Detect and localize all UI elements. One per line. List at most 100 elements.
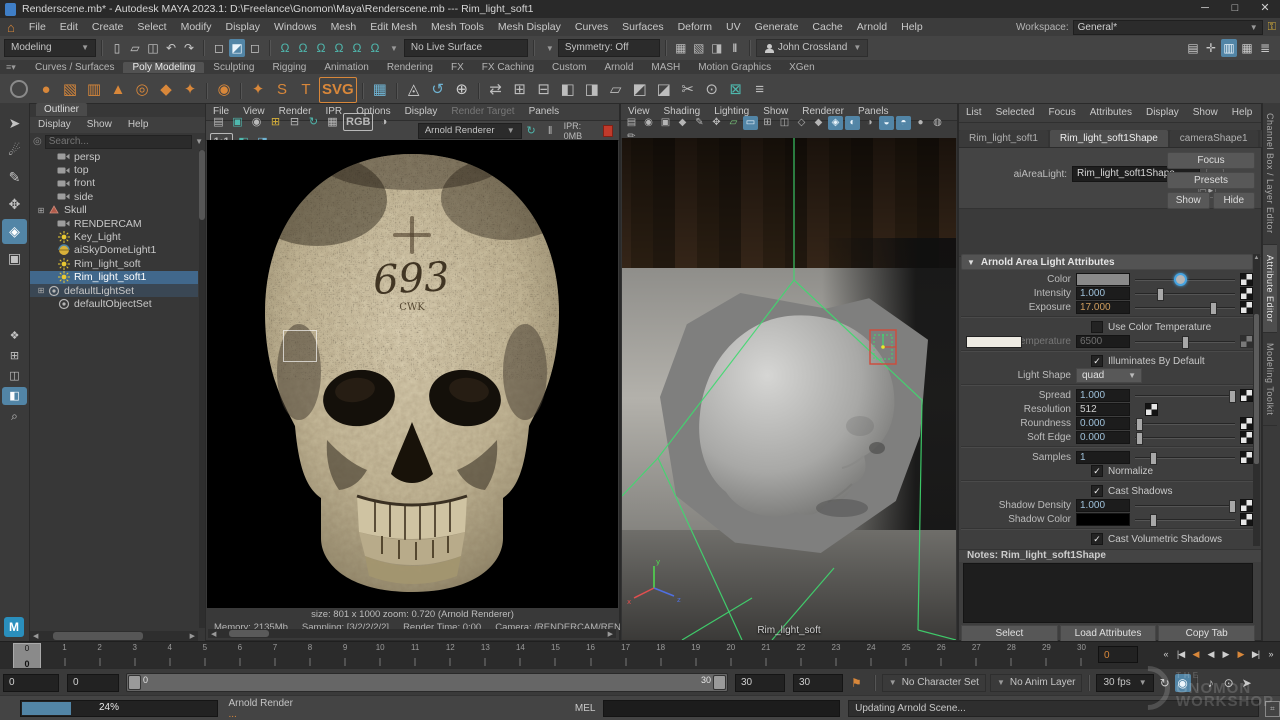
ae-tab-rim-light-soft1shape[interactable]: Rim_light_soft1Shape	[1050, 130, 1168, 147]
slider-color[interactable]	[1135, 273, 1235, 285]
outliner-item-front[interactable]: front	[30, 177, 198, 190]
smooth-icon[interactable]: ≡	[749, 78, 771, 102]
render-settings-icon[interactable]: ▦	[324, 114, 341, 130]
animation-end-field[interactable]: 30	[793, 674, 843, 692]
layout-outliner-persp[interactable]: ◧	[2, 387, 27, 405]
camera-attributes-icon[interactable]: ▣	[658, 116, 673, 130]
outliner-item-skull[interactable]: ⊞Skull	[30, 204, 198, 217]
ipr-pause-icon[interactable]: ‖	[542, 123, 559, 139]
poly-disc-icon[interactable]: ✦	[179, 78, 201, 102]
sidebar-tab-modeling-toolkit[interactable]: Modeling Toolkit	[1263, 333, 1277, 426]
menu-item-panels[interactable]: Panels	[522, 104, 567, 120]
ipr-refresh-icon[interactable]: ↻	[305, 114, 322, 130]
workspace-lock-icon[interactable]: ⚿	[1268, 21, 1276, 34]
display-alpha-icon[interactable]: ◑	[375, 114, 392, 130]
bridge-icon[interactable]: ◪	[653, 78, 675, 102]
sidebar-tab-channel-box-layer-editor[interactable]: Channel Box / Layer Editor	[1263, 103, 1277, 245]
select-component-icon[interactable]: ◻	[247, 39, 263, 57]
menu-item-display[interactable]: Display	[1139, 104, 1186, 122]
menu-item-selected[interactable]: Selected	[989, 104, 1042, 122]
shelf-tab-xgen[interactable]: XGen	[780, 62, 824, 73]
step-back-frame-button[interactable]: |◀	[1173, 645, 1188, 663]
ao-icon[interactable]: ◒	[879, 116, 894, 130]
outliner-item-rim-light-soft[interactable]: Rim_light_soft	[30, 257, 198, 270]
menu-item-curves[interactable]: Curves	[568, 21, 615, 33]
snap-projected-center-icon[interactable]: Ω	[331, 39, 347, 57]
single-pane-icon[interactable]: ▭	[743, 116, 758, 130]
make-live-icon[interactable]: Ω	[367, 39, 383, 57]
reset-transform-icon[interactable]: ↺	[427, 78, 449, 102]
menu-item-help[interactable]: Help	[894, 21, 930, 33]
menu-item-arnold[interactable]: Arnold	[850, 21, 894, 33]
step-forward-frame-button[interactable]: ▶|	[1248, 645, 1263, 663]
anim-layer-dropdown[interactable]: ▼No Anim Layer	[990, 674, 1083, 692]
outliner-item-side[interactable]: side	[30, 190, 198, 203]
menu-item-focus[interactable]: Focus	[1041, 104, 1082, 122]
shelf-item-icon[interactable]	[10, 80, 28, 98]
section-arnold-area-light-attributes[interactable]: ▼Arnold Area Light Attributes	[961, 254, 1253, 270]
multicut-icon[interactable]: ✂	[677, 78, 699, 102]
color-swatch-shadow-color[interactable]	[1076, 513, 1130, 526]
image-plane-icon[interactable]: ✎	[692, 116, 707, 130]
animation-start-field[interactable]: 0	[3, 674, 59, 692]
menu-item-surfaces[interactable]: Surfaces	[615, 21, 670, 33]
menu-item-show[interactable]: Show	[79, 117, 120, 133]
snap-point-icon[interactable]: Ω	[313, 39, 329, 57]
map-button-exposure[interactable]	[1240, 301, 1253, 314]
time-slider[interactable]: 0 0 123456789101112131415161718192021222…	[0, 641, 1280, 669]
outliner-item-defaultobjectset[interactable]: defaultObjectSet	[30, 297, 198, 310]
home-icon[interactable]: ⌂	[0, 20, 22, 35]
mirror-icon[interactable]: ⇄	[485, 78, 507, 102]
ipr-update-icon[interactable]: ↻	[523, 123, 540, 139]
shelf-tab-fx[interactable]: FX	[442, 62, 473, 73]
modeling-toolkit-toggle-icon[interactable]: ▤	[1185, 39, 1201, 57]
ipr-render-icon[interactable]: ▧	[691, 39, 707, 57]
render-region-icon[interactable]: ▤	[210, 114, 227, 130]
range-slider-track[interactable]: 0 30	[126, 673, 728, 692]
select-tool[interactable]: ➤	[2, 111, 27, 136]
shelf-tab-animation[interactable]: Animation	[315, 62, 377, 73]
scale-tool[interactable]: ▣	[2, 246, 27, 271]
xray-icon[interactable]: ◍	[930, 116, 945, 130]
slider-spread[interactable]	[1135, 389, 1235, 401]
render-region-marquee[interactable]	[283, 330, 317, 362]
menu-item-help[interactable]: Help	[1225, 104, 1260, 122]
menu-item-edit-mesh[interactable]: Edit Mesh	[363, 21, 424, 33]
map-button-shadow-density[interactable]	[1240, 499, 1253, 512]
value-field-soft-edge[interactable]: 0.000	[1076, 431, 1130, 444]
shelf-tab-fx-caching[interactable]: FX Caching	[473, 62, 543, 73]
motion-blur-icon[interactable]: ◓	[896, 116, 911, 130]
slider-shadow-density[interactable]	[1135, 499, 1235, 511]
value-field-spread[interactable]: 1.000	[1076, 389, 1130, 402]
current-time-field[interactable]: 0	[1098, 646, 1138, 663]
shelf-menu-icon[interactable]: ≡▾	[6, 62, 16, 73]
shelf-tab-sculpting[interactable]: Sculpting	[204, 62, 263, 73]
menu-item-edit[interactable]: Edit	[53, 21, 85, 33]
value-field-shadow-density[interactable]: 1.000	[1076, 499, 1130, 512]
render-frame-icon[interactable]: ▦	[673, 39, 689, 57]
auto-key-icon[interactable]: ◉	[1175, 674, 1191, 692]
helix-icon[interactable]: S	[271, 78, 293, 102]
zero-pivot-icon[interactable]: ⊕	[451, 78, 473, 102]
keep-image-icon[interactable]: ⊞	[267, 114, 284, 130]
snap-view-plane-icon[interactable]: Ω	[349, 39, 365, 57]
map-button-temperature[interactable]	[1240, 335, 1253, 348]
bookmark-icon[interactable]: ◆	[675, 116, 690, 130]
loop-playback-icon[interactable]: ↻	[1157, 674, 1173, 692]
menu-item-help[interactable]: Help	[120, 117, 157, 133]
paint-select-tool[interactable]: ✎	[2, 165, 27, 190]
ae-tab-rim-light-soft1[interactable]: Rim_light_soft1	[959, 130, 1048, 147]
zoom-tool[interactable]: ⌕	[2, 407, 27, 425]
symmetry-field[interactable]: Symmetry: Off	[558, 39, 660, 57]
value-field-roundness[interactable]: 0.000	[1076, 417, 1130, 430]
hide-button[interactable]: Hide	[1213, 192, 1256, 209]
poly-plane-icon[interactable]: ◆	[155, 78, 177, 102]
menu-item-render-target[interactable]: Render Target	[444, 104, 521, 120]
render-settings-icon[interactable]: ◨	[709, 39, 725, 57]
color-temperature-swatch[interactable]	[966, 336, 1022, 348]
shelf-tab-arnold[interactable]: Arnold	[595, 62, 642, 73]
outliner-search-arrow[interactable]: ▼	[195, 137, 203, 146]
separate-icon[interactable]: ⊟	[533, 78, 555, 102]
value-field-resolution[interactable]: 512	[1076, 403, 1130, 416]
playback-start-field[interactable]: 0	[67, 674, 119, 692]
